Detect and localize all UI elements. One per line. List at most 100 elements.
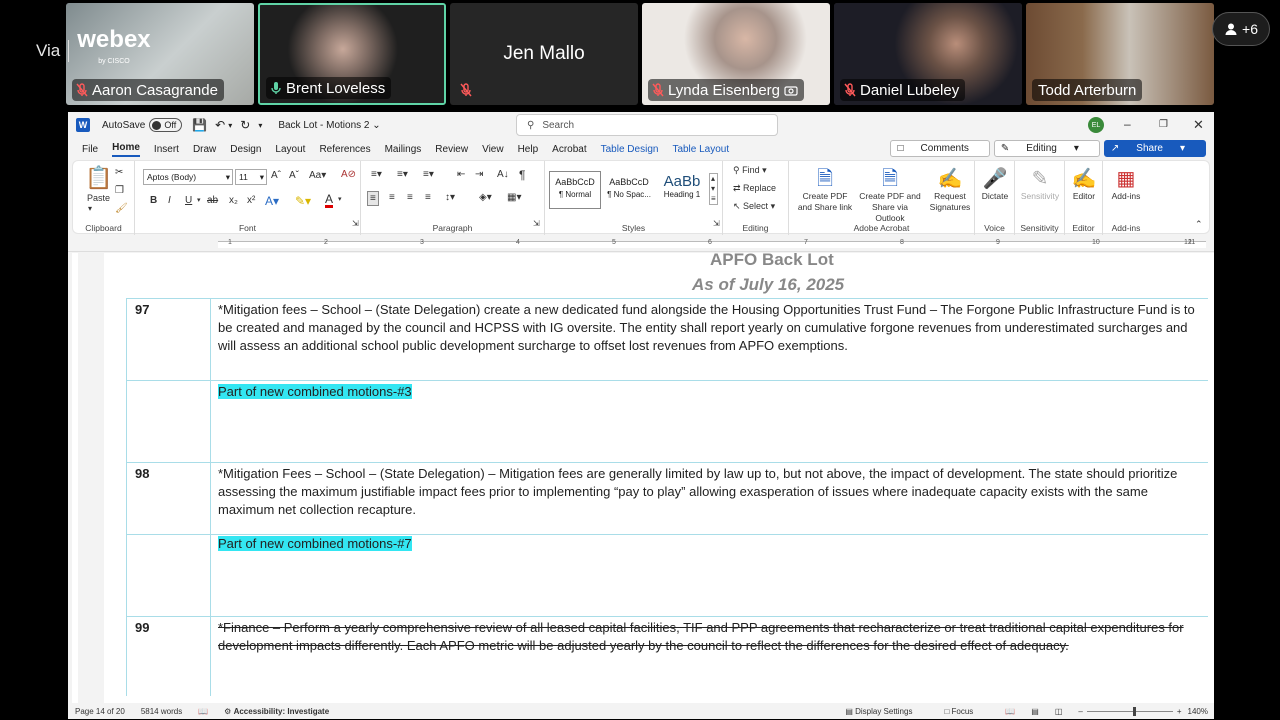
style-normal[interactable]: AaBbCcD ¶ Normal	[549, 171, 601, 209]
tab-view[interactable]: View	[482, 144, 504, 155]
avatar[interactable]: EL	[1088, 117, 1104, 133]
document-title[interactable]: Back Lot - Motions 2 ⌄	[278, 120, 380, 131]
tab-help[interactable]: Help	[518, 144, 539, 155]
highlight-color-icon[interactable]: ✎▾	[295, 194, 311, 208]
motion-text-struck[interactable]: *Finance – Perform a yearly comprehensiv…	[211, 617, 1208, 657]
multilevel-list-icon[interactable]: ≡▾	[423, 169, 434, 180]
participant-tile-5[interactable]: Daniel Lubeley	[834, 3, 1022, 105]
select-button[interactable]: ↖ Select ▾	[733, 201, 775, 212]
table-row[interactable]: 97 *Mitigation fees – School – (State De…	[126, 298, 1208, 380]
styles-gallery-scroll-icon[interactable]: ▴ ▾ ≡	[709, 173, 718, 205]
sort-icon[interactable]: A↓	[497, 169, 509, 180]
read-mode-icon[interactable]: 📖	[1005, 707, 1015, 716]
create-pdf-outlook-button[interactable]: 🗎 Create PDF and Share via Outlook	[857, 167, 923, 224]
superscript-icon[interactable]: x²	[247, 195, 255, 206]
participant-tile-6[interactable]: Todd Arterburn	[1026, 3, 1214, 105]
tab-references[interactable]: References	[319, 144, 370, 155]
more-participants-button[interactable]: +6	[1212, 12, 1270, 46]
paste-icon[interactable]: 📋	[85, 165, 112, 191]
autosave-toggle[interactable]: Off	[149, 118, 183, 132]
copy-icon[interactable]: ❐	[115, 185, 124, 196]
replace-button[interactable]: ⇄ Replace	[733, 183, 776, 194]
redo-icon[interactable]: ↻	[240, 118, 250, 132]
font-name-select[interactable]: Aptos (Body) ▾	[143, 169, 233, 185]
underline-icon[interactable]: U	[185, 195, 192, 206]
find-button[interactable]: ⚲ Find ▾	[733, 165, 767, 176]
font-color-icon[interactable]: A	[325, 193, 334, 208]
motion-text[interactable]: *Mitigation Fees – School – (State Deleg…	[211, 463, 1208, 521]
tab-design[interactable]: Design	[230, 144, 261, 155]
proofing-icon[interactable]: 📖	[198, 707, 208, 716]
bold-icon[interactable]: B	[150, 195, 157, 206]
decrease-indent-icon[interactable]: ⇤	[457, 169, 465, 180]
tab-table-design[interactable]: Table Design	[601, 144, 659, 155]
table-row[interactable]: 99 *Finance – Perform a yearly comprehen…	[126, 616, 1208, 696]
motion-note[interactable]: Part of new combined motions-#7	[211, 535, 1208, 555]
font-size-select[interactable]: 11 ▾	[235, 169, 267, 185]
accessibility-status[interactable]: ⚙ Accessibility: Investigate	[224, 707, 329, 716]
increase-indent-icon[interactable]: ⇥	[475, 169, 483, 180]
borders-icon[interactable]: ▦▾	[507, 192, 521, 203]
tab-mailings[interactable]: Mailings	[385, 144, 422, 155]
display-settings-button[interactable]: ▤ Display Settings	[845, 707, 928, 716]
align-right-icon[interactable]: ≡	[407, 192, 413, 203]
shrink-font-icon[interactable]: Aˇ	[289, 170, 299, 181]
page-count[interactable]: Page 14 of 20	[75, 707, 125, 716]
subscript-icon[interactable]: x₂	[229, 195, 238, 206]
close-icon[interactable]: ✕	[1193, 117, 1204, 133]
numbering-icon[interactable]: ≡▾	[397, 169, 408, 180]
motion-note[interactable]: Part of new combined motions-#3	[211, 381, 1208, 403]
format-painter-icon[interactable]: 🖌	[115, 203, 128, 214]
undo-dropdown-icon[interactable]: ▾	[228, 121, 232, 130]
cut-icon[interactable]: ✂	[115, 167, 123, 178]
justify-icon[interactable]: ≡	[425, 192, 431, 203]
align-left-icon[interactable]: ≡	[367, 191, 379, 206]
document-page[interactable]: APFO Back Lot As of July 16, 2025 97 *Mi…	[104, 253, 1214, 703]
tab-insert[interactable]: Insert	[154, 144, 179, 155]
tab-draw[interactable]: Draw	[193, 144, 216, 155]
font-color-dropdown-icon[interactable]: ▾	[338, 195, 342, 203]
clear-formatting-icon[interactable]: A⊘	[341, 169, 356, 180]
vertical-ruler[interactable]	[68, 253, 82, 703]
style-no-spacing[interactable]: AaBbCcD ¶ No Spac...	[603, 171, 655, 209]
minimize-icon[interactable]: –	[1124, 117, 1131, 131]
comments-button[interactable]: □ Comments	[890, 140, 990, 157]
create-pdf-share-link-button[interactable]: 🗎 Create PDF and Share link	[795, 167, 855, 213]
table-row[interactable]: Part of new combined motions-#3	[126, 380, 1208, 462]
addins-button[interactable]: ▦ Add-ins	[1096, 167, 1156, 202]
participant-tile-3[interactable]: Jen Mallo	[450, 3, 638, 105]
strikethrough-icon[interactable]: ab	[207, 195, 218, 206]
search-box[interactable]: ⚲ Search	[516, 114, 778, 136]
table-row[interactable]: Part of new combined motions-#7	[126, 534, 1208, 616]
motion-text[interactable]: *Mitigation fees – School – (State Deleg…	[211, 299, 1208, 357]
align-center-icon[interactable]: ≡	[389, 192, 395, 203]
tab-file[interactable]: File	[82, 144, 98, 155]
show-formatting-icon[interactable]: ¶	[519, 168, 525, 182]
horizontal-ruler[interactable]: 1 2 3 4 5 6 7 8 9 10 11 12	[68, 238, 1214, 252]
tab-home[interactable]: Home	[112, 142, 140, 157]
participant-tile-4[interactable]: Lynda Eisenberg	[642, 3, 830, 105]
undo-icon[interactable]: ↶	[215, 118, 225, 132]
share-button[interactable]: ↗ Share ▾	[1103, 140, 1206, 157]
restore-icon[interactable]: ❐	[1159, 119, 1168, 130]
save-icon[interactable]: 💾	[192, 118, 207, 132]
web-layout-icon[interactable]: ◫	[1055, 707, 1063, 716]
zoom-out-icon[interactable]: –	[1078, 707, 1082, 716]
zoom-in-icon[interactable]: +	[1177, 707, 1182, 716]
zoom-slider[interactable]	[1086, 706, 1173, 716]
collapse-ribbon-icon[interactable]: ⌃	[1195, 219, 1203, 230]
underline-dropdown-icon[interactable]: ▾	[197, 196, 201, 204]
line-spacing-icon[interactable]: ↕▾	[445, 192, 455, 203]
table-row[interactable]: 98 *Mitigation Fees – School – (State De…	[126, 462, 1208, 534]
paste-label[interactable]: Paste	[87, 193, 110, 203]
zoom-level[interactable]: 140%	[1188, 707, 1208, 716]
shading-icon[interactable]: ◈▾	[479, 192, 492, 203]
focus-button[interactable]: □ Focus	[944, 707, 989, 716]
participant-tile-2[interactable]: Brent Loveless	[258, 3, 446, 105]
style-heading-1[interactable]: AaBb Heading 1	[657, 171, 707, 209]
word-count[interactable]: 5814 words	[141, 707, 182, 716]
bullets-icon[interactable]: ≡▾	[371, 169, 382, 180]
print-layout-icon[interactable]: ▤	[1031, 707, 1039, 716]
text-effects-icon[interactable]: A▾	[265, 194, 279, 208]
italic-icon[interactable]: I	[168, 195, 171, 206]
